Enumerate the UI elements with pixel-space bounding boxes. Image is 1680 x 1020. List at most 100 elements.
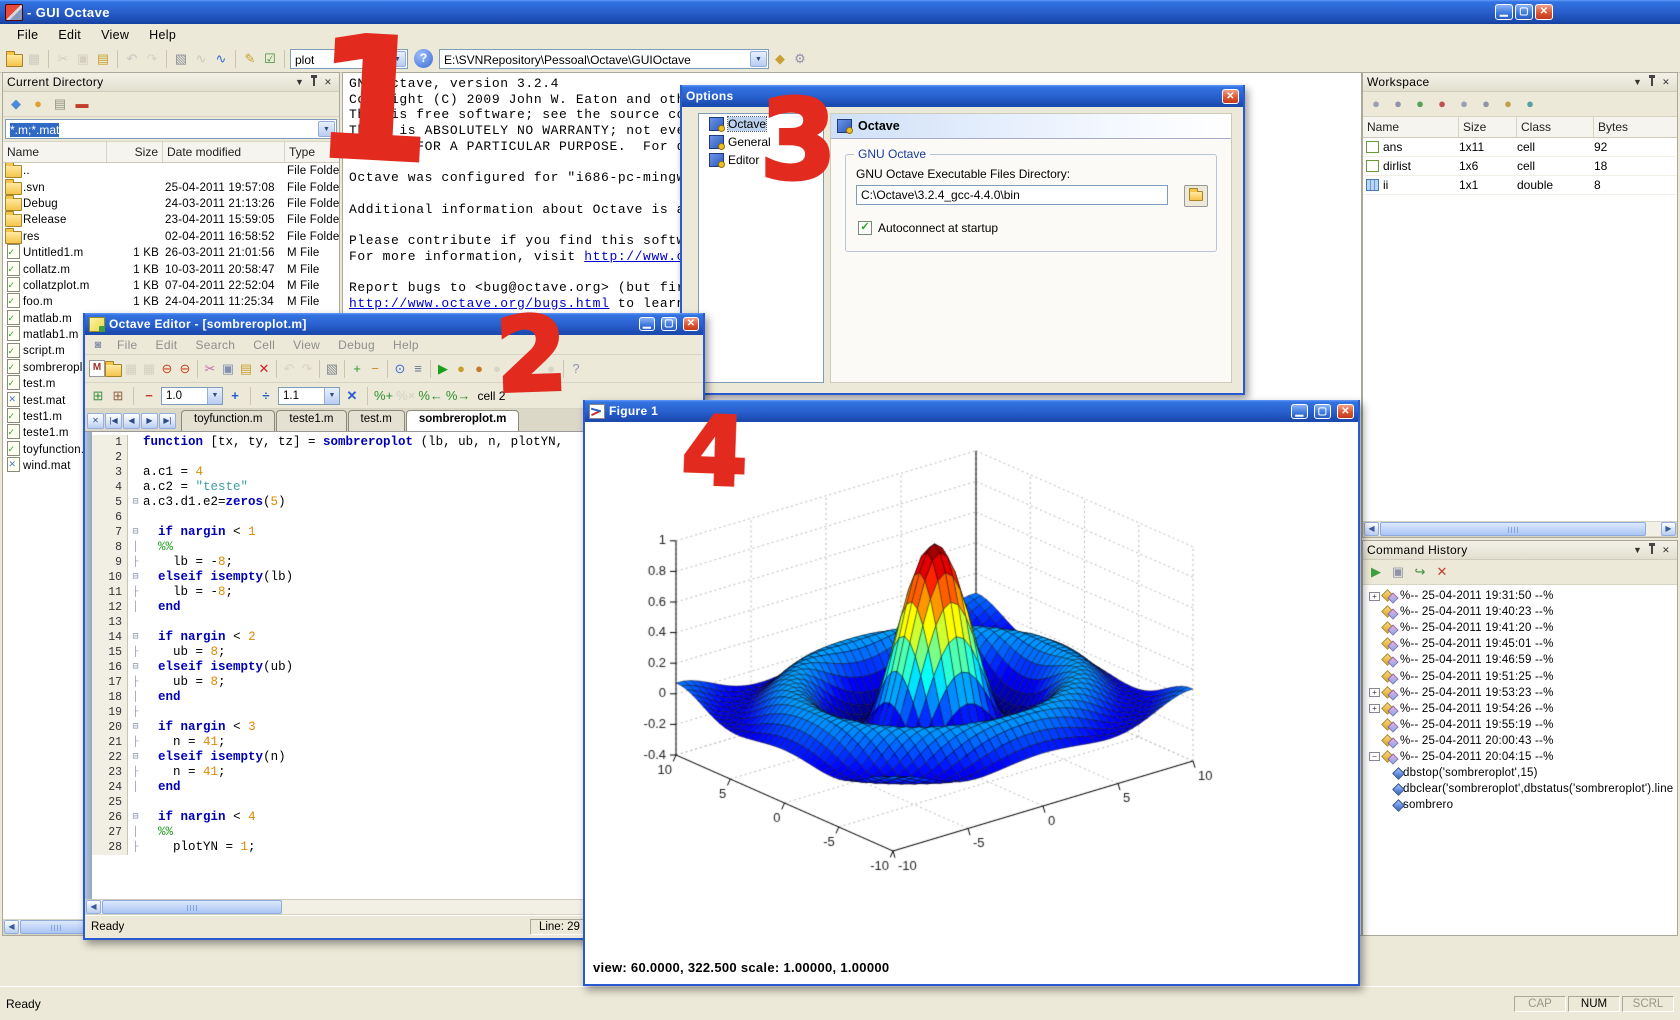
file-row[interactable]: .svn25-04-2011 19:57:08File Folder [3, 179, 339, 195]
browse-path-icon[interactable]: ◆ [771, 50, 789, 68]
variable-row[interactable]: ans1x11cell92 [1363, 138, 1677, 157]
autoconnect-checkbox[interactable]: ✓ [858, 221, 872, 235]
help-icon[interactable]: ? [567, 360, 585, 378]
history-item[interactable]: %-- 25-04-2011 19:46:59 --% [1363, 652, 1677, 668]
paste-icon[interactable]: ▤ [237, 360, 255, 378]
history-item[interactable]: +%-- 25-04-2011 19:31:50 --% [1363, 588, 1677, 604]
delete-variable-icon[interactable]: ● [1433, 95, 1451, 113]
maximize-button[interactable]: ▢ [1314, 404, 1331, 419]
close-button[interactable]: ✕ [683, 317, 699, 331]
filter-combo[interactable]: *.m;*.mat ▼ [5, 119, 337, 139]
set-path-icon[interactable]: ⚙︎ [791, 50, 809, 68]
scale1-combo[interactable]: 1.0▼ [161, 387, 223, 405]
menu-help[interactable]: Help [385, 337, 427, 353]
history-item[interactable]: %-- 25-04-2011 19:45:01 --% [1363, 636, 1677, 652]
delete-history-icon[interactable]: ✕ [1433, 563, 1451, 581]
open-icon[interactable] [105, 364, 122, 377]
history-item[interactable]: +%-- 25-04-2011 19:53:23 --% [1363, 685, 1677, 701]
pin-icon[interactable] [1651, 78, 1653, 86]
chevron-down-icon[interactable]: ▼ [1633, 545, 1642, 555]
file-row[interactable]: Untitled1.m1 KB26-03-2011 21:01:56M File [3, 245, 339, 261]
undo-icon[interactable]: ↶ [123, 50, 141, 68]
help-icon[interactable]: ? [414, 49, 433, 68]
path-combo[interactable]: E:\SVNRepository\Pessoal\Octave\GUIOctav… [439, 49, 769, 69]
close-icon[interactable]: ✕ [1662, 77, 1670, 88]
fold-icon[interactable]: ⊟ [128, 660, 143, 675]
bookmark-remove-icon[interactable]: − [366, 360, 384, 378]
fold-icon[interactable]: ⊟ [128, 525, 143, 540]
close-button[interactable]: ✕ [1337, 404, 1354, 419]
close-button[interactable]: ✕ [1535, 4, 1553, 20]
history-item[interactable]: +%-- 25-04-2011 19:54:26 --% [1363, 701, 1677, 717]
file-row[interactable]: Release23-04-2011 15:59:05File Folder [3, 212, 339, 228]
import-variable-icon[interactable]: ● [1411, 95, 1429, 113]
history-item[interactable]: −%-- 25-04-2011 20:04:15 --% [1363, 749, 1677, 765]
cell-delete-icon[interactable]: %× [396, 387, 415, 405]
close-tab-icon[interactable]: ✕ [87, 413, 104, 429]
notes-icon[interactable]: ✎ [241, 50, 259, 68]
fold-icon[interactable]: ⊟ [128, 570, 143, 585]
debug-icon[interactable]: ● [452, 360, 470, 378]
history-item[interactable]: %-- 25-04-2011 19:51:25 --% [1363, 668, 1677, 684]
close-doc-icon[interactable]: ⊖ [158, 360, 176, 378]
insert-cell-below-icon[interactable]: ⊞ [109, 387, 127, 405]
save-icon[interactable]: ▦ [122, 360, 140, 378]
rename-variable-icon[interactable]: ● [1477, 95, 1495, 113]
minimize-button[interactable]: ▁ [1291, 404, 1308, 419]
run-icon[interactable]: ▶ [434, 360, 452, 378]
menu-debug[interactable]: Debug [330, 337, 383, 353]
up-directory-icon[interactable]: ● [29, 95, 47, 113]
fold-icon[interactable]: ⊟ [128, 720, 143, 735]
redo-icon[interactable]: ↷ [298, 360, 316, 378]
first-tab-icon[interactable]: |◀ [105, 413, 122, 429]
chevron-down-icon[interactable]: ▼ [389, 51, 406, 67]
tab-sombreroplot.m[interactable]: sombreroplot.m [406, 410, 520, 431]
menu-file[interactable]: File [8, 26, 47, 44]
step-in-icon[interactable]: ● [506, 360, 524, 378]
expand-icon[interactable]: + [1369, 704, 1380, 713]
expand-icon[interactable]: + [1369, 592, 1380, 601]
fold-icon[interactable]: ⊟ [128, 750, 143, 765]
bookmark-add-icon[interactable]: + [348, 360, 366, 378]
redo-icon[interactable]: ↷ [143, 50, 161, 68]
scroll-left-icon[interactable]: ◀ [1364, 522, 1379, 536]
close-icon[interactable]: ✕ [1222, 89, 1239, 104]
col-size[interactable]: Size [107, 142, 163, 162]
copy-icon[interactable]: ▣ [74, 50, 92, 68]
scroll-left-icon[interactable]: ◀ [86, 900, 101, 914]
history-item[interactable]: dbclear('sombreroplot',dbstatus('sombrer… [1363, 781, 1677, 797]
menu-view[interactable]: View [92, 26, 138, 44]
tab-test.m[interactable]: test.m [348, 410, 405, 431]
decrease-scale-icon[interactable]: − [140, 387, 158, 405]
fold-icon[interactable]: ⊟ [128, 630, 143, 645]
tab-toyfunction.m[interactable]: toyfunction.m [181, 410, 275, 431]
print-icon[interactable]: ▧ [323, 360, 341, 378]
cell-prev-icon[interactable]: %← [418, 387, 443, 405]
history-item[interactable]: %-- 25-04-2011 19:41:20 --% [1363, 620, 1677, 636]
options-icon[interactable]: ☑ [261, 50, 279, 68]
delete-icon[interactable]: ✕ [255, 360, 273, 378]
file-row[interactable]: collatz.m1 KB10-03-2011 20:58:47M File [3, 261, 339, 277]
new-script-icon[interactable]: M [89, 360, 105, 377]
prev-tab-icon[interactable]: ◀ [123, 413, 140, 429]
file-row[interactable]: res02-04-2011 16:58:52File Folder [3, 229, 339, 245]
copy-command-icon[interactable]: ▣ [1389, 563, 1407, 581]
menu-edit[interactable]: Edit [148, 337, 186, 353]
tree-item-general[interactable]: General [699, 134, 823, 150]
chevron-down-icon[interactable]: ▼ [318, 121, 335, 137]
tab-teste1.m[interactable]: teste1.m [276, 410, 346, 431]
next-tab-icon[interactable]: ▶ [141, 413, 158, 429]
step-out-icon[interactable]: ● [524, 360, 542, 378]
open-icon[interactable] [6, 54, 23, 67]
scroll-right-icon[interactable]: ▶ [1661, 522, 1676, 536]
file-row[interactable]: Debug24-03-2011 21:13:26File Folder [3, 196, 339, 212]
menu-help[interactable]: Help [140, 26, 185, 44]
menu-search[interactable]: Search [187, 337, 243, 353]
col-type[interactable]: Type [285, 142, 339, 162]
col-name[interactable]: Name [3, 142, 107, 162]
maximize-button[interactable]: ▢ [661, 317, 677, 331]
save-icon[interactable]: ▦ [25, 50, 43, 68]
horizontal-scrollbar[interactable]: ◀ ▶ [1363, 521, 1677, 537]
menu-file[interactable]: File [109, 337, 146, 353]
step-icon[interactable]: ● [488, 360, 506, 378]
